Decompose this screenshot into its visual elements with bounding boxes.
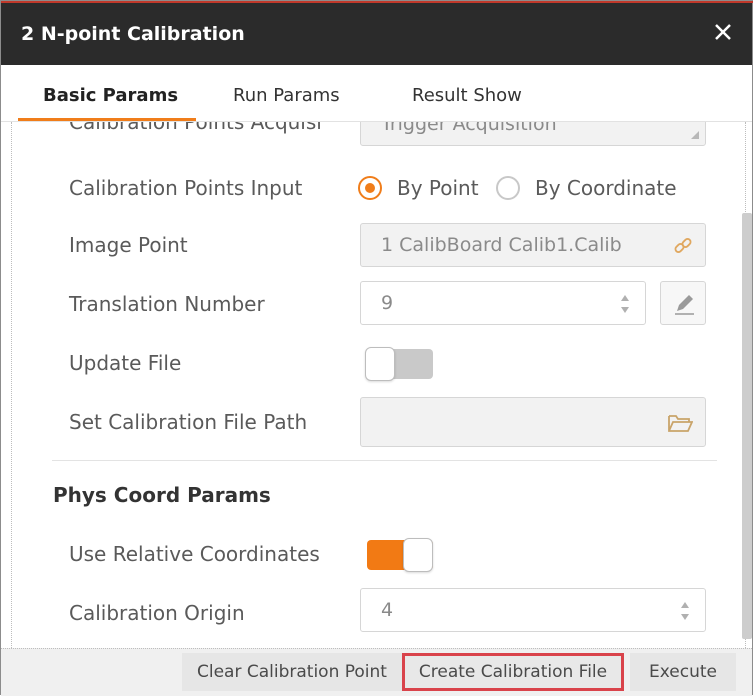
translation-number-stepper[interactable]: 9 <box>360 281 646 325</box>
toggle-knob <box>403 538 433 572</box>
update-file-label: Update File <box>69 351 182 375</box>
stepper-arrows-icon[interactable] <box>619 293 631 315</box>
image-point-label: Image Point <box>69 233 188 257</box>
phys-coord-section-title: Phys Coord Params <box>53 483 271 507</box>
edit-button[interactable] <box>660 281 706 325</box>
tab-basic-params[interactable]: Basic Params <box>43 65 178 121</box>
resize-grip-icon <box>691 131 699 139</box>
vertical-scrollbar[interactable] <box>742 213 752 639</box>
calibration-origin-value: 4 <box>381 599 394 621</box>
radio-by-coordinate[interactable] <box>496 176 520 200</box>
translation-number-label: Translation Number <box>69 292 265 316</box>
update-file-toggle[interactable] <box>365 347 433 381</box>
title-bar: 2 N-point Calibration <box>1 3 752 65</box>
tab-run-params[interactable]: Run Params <box>233 65 340 121</box>
toggle-knob <box>365 347 395 381</box>
clear-calibration-point-button[interactable]: Clear Calibration Point <box>182 653 402 691</box>
active-tab-indicator <box>18 118 196 121</box>
calibration-origin-label: Calibration Origin <box>69 601 245 625</box>
window-title: 2 N-point Calibration <box>21 23 245 45</box>
file-path-field[interactable] <box>360 397 706 447</box>
image-point-field[interactable]: 1 CalibBoard Calib1.Calib <box>360 223 706 267</box>
link-icon[interactable] <box>673 236 693 256</box>
tab-bar: Basic Params Run Params Result Show <box>1 65 752 122</box>
folder-icon[interactable] <box>667 412 693 434</box>
calibration-origin-stepper[interactable]: 4 <box>360 588 706 632</box>
section-divider <box>52 460 717 461</box>
radio-by-point-label[interactable]: By Point <box>397 176 479 200</box>
translation-number-value: 9 <box>381 292 394 314</box>
radio-by-point[interactable] <box>358 176 382 200</box>
calibration-window: 2 N-point Calibration Basic Params Run P… <box>0 0 753 696</box>
pencil-icon <box>675 295 694 315</box>
footer-bar: Clear Calibration Point Create Calibrati… <box>1 648 752 696</box>
image-point-value: 1 CalibBoard Calib1.Calib <box>381 234 622 256</box>
radio-by-coordinate-label[interactable]: By Coordinate <box>535 176 677 200</box>
create-calibration-file-button[interactable]: Create Calibration File <box>402 653 624 691</box>
stepper-arrows-icon[interactable] <box>679 600 691 622</box>
acquisition-label: Calibration Points Acquisi <box>69 122 322 134</box>
points-input-label: Calibration Points Input <box>69 176 303 200</box>
execute-button[interactable]: Execute <box>630 653 736 691</box>
acquisition-value: Trigger Acquisition <box>381 122 557 135</box>
acquisition-row: Calibration Points Acquisi Trigger Acqui… <box>12 122 745 146</box>
acquisition-select[interactable]: Trigger Acquisition <box>360 122 706 146</box>
tab-result-show[interactable]: Result Show <box>412 65 522 121</box>
relative-coords-label: Use Relative Coordinates <box>69 542 320 566</box>
relative-coords-toggle[interactable] <box>367 538 433 572</box>
close-icon[interactable] <box>706 15 740 49</box>
file-path-label: Set Calibration File Path <box>69 410 308 434</box>
params-panel: Calibration Points Acquisi Trigger Acqui… <box>11 122 746 648</box>
